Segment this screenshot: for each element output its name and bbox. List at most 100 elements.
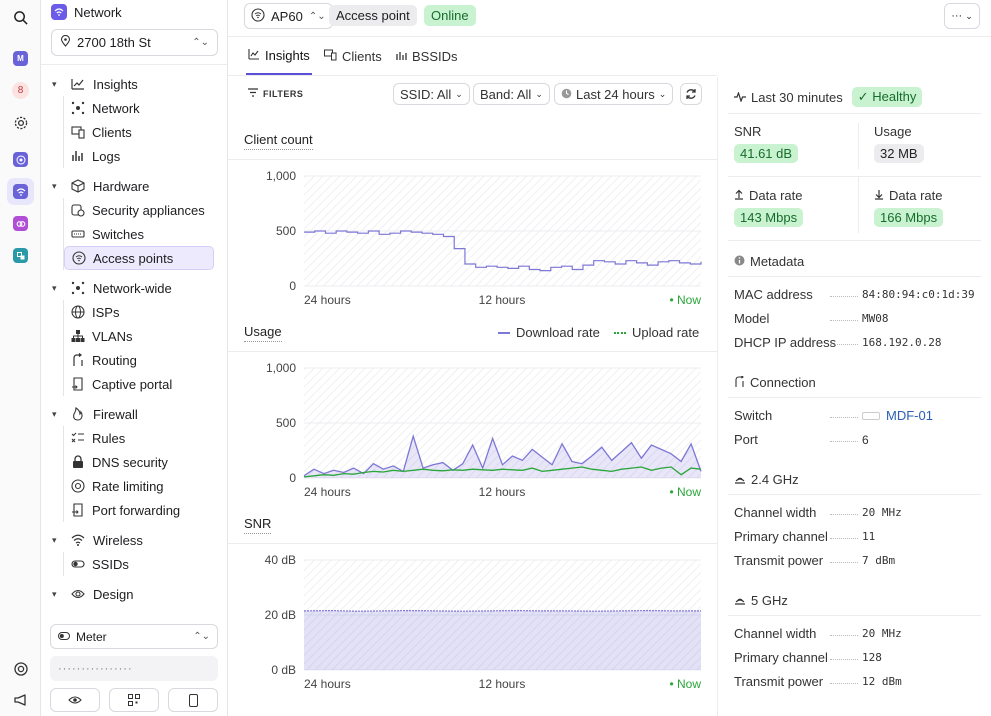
nav-item-label: Switches	[92, 226, 145, 242]
device-type-chip: Access point	[329, 5, 417, 26]
band5-title: 5 GHz	[751, 593, 788, 608]
tab-clients[interactable]: Clients	[324, 37, 382, 75]
nav-item-network[interactable]: Network	[64, 96, 214, 120]
band5-channel-width-value: 20 MHz	[862, 627, 902, 640]
notification-badge[interactable]: 8	[7, 77, 34, 104]
band5-primary-channel-key: Primary channel	[734, 650, 828, 665]
tab-bssids[interactable]: BSSIDs	[395, 37, 458, 75]
preview-eye-button[interactable]	[50, 688, 100, 712]
usage-stat-value: 32 MB	[874, 144, 924, 163]
user-placeholder[interactable]: ················	[50, 656, 218, 681]
chevron-down-icon: ▾	[52, 408, 57, 419]
nav-item-dns-security[interactable]: DNS security	[64, 450, 214, 474]
nav-group-label: Design	[93, 586, 134, 602]
filter-lines-icon	[248, 88, 258, 99]
nav-group-insights[interactable]: ▾ Insights	[52, 72, 138, 96]
vlan-hierarchy-icon	[70, 329, 85, 344]
app-wifi-icon[interactable]	[7, 178, 34, 205]
search-icon[interactable]	[7, 4, 34, 31]
wifi-icon	[70, 533, 85, 548]
location-select[interactable]: 2700 18th St ⌃⌄	[51, 29, 218, 56]
left-rail: M 8	[0, 0, 41, 716]
location-pin-icon	[60, 34, 71, 50]
settings-gear-icon[interactable]	[7, 109, 34, 136]
health-badge-label: Healthy	[872, 89, 917, 104]
clients-devices-icon	[324, 49, 337, 64]
mobile-device-button[interactable]	[168, 688, 218, 712]
wifi-logo-icon	[51, 4, 67, 20]
band5-channel-width-key: Channel width	[734, 626, 817, 641]
client-count-title: Client count	[244, 132, 313, 150]
ssid-filter[interactable]: SSID: All ⌄	[393, 83, 470, 105]
nav-item-ssids[interactable]: SSIDs	[64, 552, 214, 576]
announcement-megaphone-icon[interactable]	[7, 686, 34, 713]
tab-insights[interactable]: Insights	[246, 37, 312, 75]
client-count-chart: 1,000 500 0 24 hours 12 hours • Now	[266, 169, 702, 307]
help-lifebuoy-icon[interactable]	[7, 655, 34, 682]
nav-group-label: Network-wide	[93, 280, 172, 296]
more-dots-icon: ···	[951, 10, 963, 22]
download-legend-label: Download rate	[516, 325, 600, 340]
pulse-icon	[734, 90, 746, 105]
port-value: 6	[862, 433, 869, 447]
y-tick-label: 0 dB	[271, 663, 296, 677]
company-select[interactable]: Meter ⌃⌄	[50, 624, 218, 649]
nav-group-network-wide[interactable]: ▾ Network-wide	[52, 276, 172, 300]
upload-legend-label: Upload rate	[632, 325, 700, 340]
nav-item-access-points[interactable]: Access points	[64, 246, 214, 270]
nav-item-label: VLANs	[92, 328, 133, 344]
top-bar: AP60 ⌃⌄ Access point Online ··· ⌄	[228, 0, 991, 37]
panel-divider	[728, 176, 981, 177]
app-hub-icon[interactable]	[7, 146, 34, 173]
series-area-1	[304, 610, 701, 670]
time-range-filter[interactable]: Last 24 hours ⌄	[554, 83, 674, 105]
band24-transmit-power-key: Transmit power	[734, 553, 824, 568]
nav-group-hardware[interactable]: ▾ Hardware	[52, 174, 149, 198]
access-point-icon	[71, 251, 86, 266]
tab-label: BSSIDs	[412, 48, 458, 64]
clock-icon	[561, 87, 572, 102]
app-connect-icon[interactable]	[7, 242, 34, 269]
nav-item-label: SSIDs	[92, 556, 129, 572]
insights-icon	[70, 77, 85, 92]
nav-item-security-appliances[interactable]: Security appliances	[64, 198, 214, 222]
company-m-icon[interactable]: M	[7, 45, 34, 72]
routing-icon	[70, 353, 85, 368]
nav-group-wireless[interactable]: ▾ Wireless	[52, 528, 143, 552]
port-forwarding-icon	[70, 503, 85, 518]
kv-leader	[830, 296, 858, 297]
nav-item-label: Routing	[92, 352, 137, 368]
connection-routing-icon	[734, 375, 745, 390]
model-value: MW08	[862, 312, 889, 325]
radio-band-icon	[734, 593, 746, 608]
nav-item-clients[interactable]: Clients	[64, 120, 214, 144]
nav-item-logs[interactable]: Logs	[64, 144, 214, 168]
nav-item-port-forwarding[interactable]: Port forwarding	[64, 498, 214, 522]
nav-item-label: Rate limiting	[92, 478, 164, 494]
nav-item-rate-limiting[interactable]: Rate limiting	[64, 474, 214, 498]
device-name: AP60	[271, 8, 303, 24]
nav-item-isps[interactable]: ISPs	[64, 300, 214, 324]
refresh-button[interactable]	[680, 83, 702, 105]
band-filter-label: Band: All	[480, 86, 532, 102]
device-select[interactable]: AP60 ⌃⌄	[244, 3, 333, 29]
switch-link[interactable]: MDF-01	[862, 408, 933, 423]
hardware-box-icon	[70, 179, 85, 194]
nav-item-switches[interactable]: Switches	[64, 222, 214, 246]
qr-code-button[interactable]	[109, 688, 159, 712]
tab-bar: Insights Clients BSSIDs	[228, 37, 717, 76]
logs-bars-icon	[70, 149, 85, 164]
panel-divider	[728, 494, 981, 495]
nav-group-firewall[interactable]: ▾ Firewall	[52, 402, 138, 426]
nav-item-rules[interactable]: Rules	[64, 426, 214, 450]
more-actions-button[interactable]: ··· ⌄	[944, 3, 980, 29]
app-link-icon[interactable]	[7, 210, 34, 237]
nav-item-routing[interactable]: Routing	[64, 348, 214, 372]
ssid-filter-label: SSID: All	[400, 86, 452, 102]
band-filter[interactable]: Band: All ⌄	[473, 83, 550, 105]
nav-item-captive-portal[interactable]: Captive portal	[64, 372, 214, 396]
nav-group-design[interactable]: ▾ Design	[52, 582, 133, 606]
nav-item-vlans[interactable]: VLANs	[64, 324, 214, 348]
x-tick-now: • Now	[669, 485, 701, 499]
globe-icon	[70, 305, 85, 320]
